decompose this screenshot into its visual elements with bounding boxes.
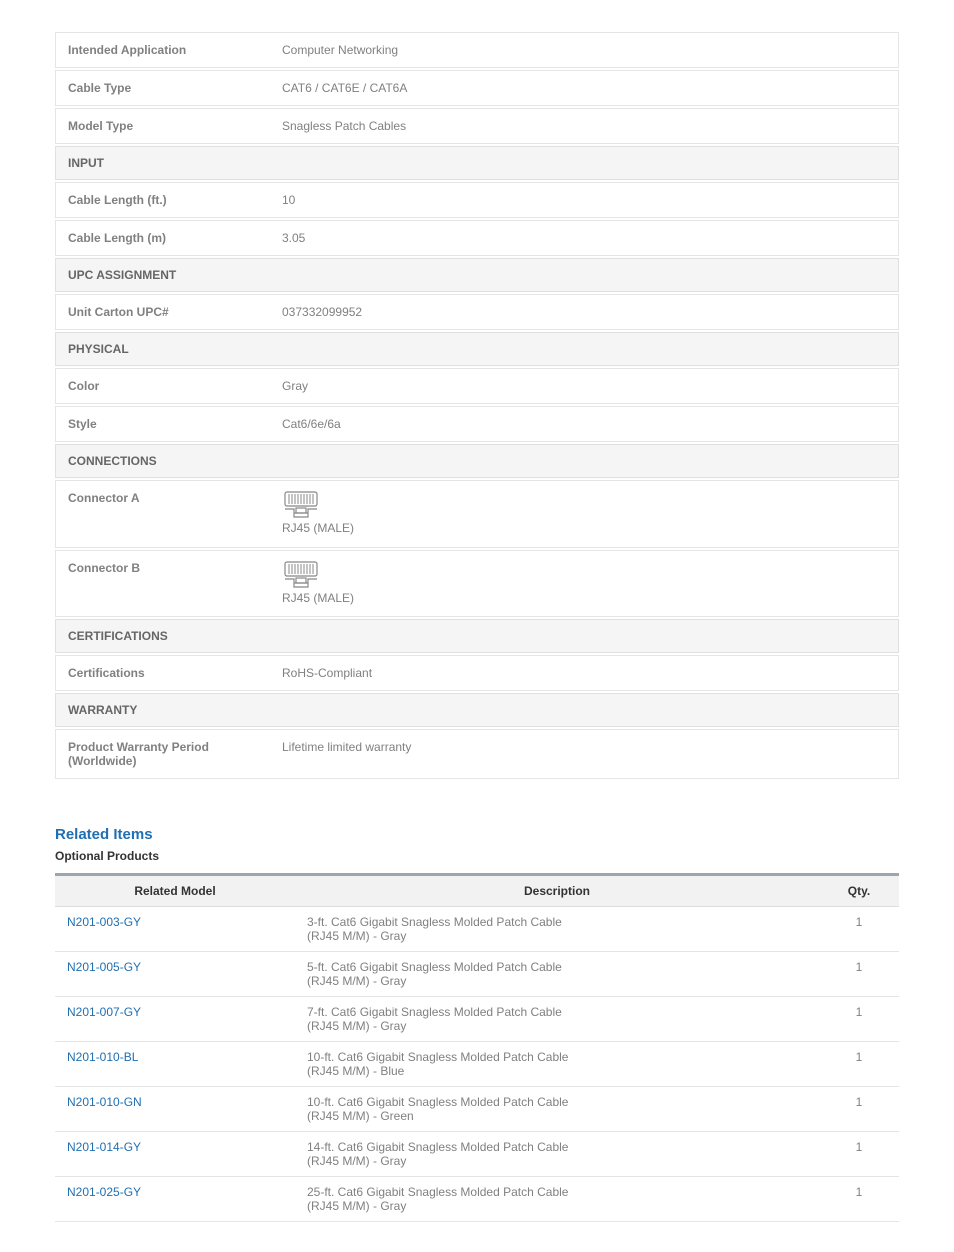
- optional-products-heading: Optional Products: [55, 849, 899, 863]
- related-qty: 1: [819, 1132, 899, 1177]
- spec-label: Cable Length (m): [55, 220, 270, 256]
- spec-label: Model Type: [55, 108, 270, 144]
- spec-label: Color: [55, 368, 270, 404]
- spec-section-header: INPUT: [55, 146, 899, 180]
- related-description-line2: (RJ45 M/M) - Gray: [307, 1019, 807, 1033]
- related-description-line2: (RJ45 M/M) - Gray: [307, 1154, 807, 1168]
- related-product-row: N201-025-GY 25-ft. Cat6 Gigabit Snagless …: [55, 1177, 899, 1222]
- related-description-line2: (RJ45 M/M) - Gray: [307, 1199, 807, 1213]
- related-description-line1: 10-ft. Cat6 Gigabit Snagless Molded Patc…: [307, 1095, 568, 1109]
- related-qty: 1: [819, 952, 899, 997]
- spec-value: Gray: [270, 368, 899, 404]
- related-description-line2: (RJ45 M/M) - Gray: [307, 974, 807, 988]
- related-description: 3-ft. Cat6 Gigabit Snagless Molded Patch…: [295, 907, 819, 952]
- related-description: 10-ft. Cat6 Gigabit Snagless Molded Patc…: [295, 1042, 819, 1087]
- related-description: 7-ft. Cat6 Gigabit Snagless Molded Patch…: [295, 997, 819, 1042]
- spec-table: Intended ApplicationComputer NetworkingC…: [55, 30, 899, 781]
- spec-label: Style: [55, 406, 270, 442]
- related-description: 10-ft. Cat6 Gigabit Snagless Molded Patc…: [295, 1087, 819, 1132]
- spec-label: Cable Length (ft.): [55, 182, 270, 218]
- spec-value: RJ45 (MALE): [270, 480, 899, 548]
- related-model-link[interactable]: N201-010-GN: [67, 1095, 142, 1109]
- related-product-row: N201-003-GY 3-ft. Cat6 Gigabit Snagless M…: [55, 907, 899, 952]
- spec-value: RoHS-Compliant: [270, 655, 899, 691]
- related-product-row: N201-007-GY 7-ft. Cat6 Gigabit Snagless M…: [55, 997, 899, 1042]
- spec-section-header: CERTIFICATIONS: [55, 619, 899, 653]
- related-product-row: N201-005-GY 5-ft. Cat6 Gigabit Snagless M…: [55, 952, 899, 997]
- related-description-line2: (RJ45 M/M) - Blue: [307, 1064, 807, 1078]
- spec-label: Unit Carton UPC#: [55, 294, 270, 330]
- related-qty: 1: [819, 997, 899, 1042]
- related-description-line1: 5-ft. Cat6 Gigabit Snagless Molded Patch…: [307, 960, 562, 974]
- related-model-link[interactable]: N201-010-BL: [67, 1050, 138, 1064]
- related-col-model: Related Model: [55, 875, 295, 907]
- spec-value: Computer Networking: [270, 32, 899, 68]
- related-product-row: N201-010-BL 10-ft. Cat6 Gigabit Snagless …: [55, 1042, 899, 1087]
- related-product-row: N201-014-GY 14-ft. Cat6 Gigabit Snagless …: [55, 1132, 899, 1177]
- rj45-connector-icon: [282, 491, 320, 519]
- related-qty: 1: [819, 1087, 899, 1132]
- related-col-qty: Qty.: [819, 875, 899, 907]
- spec-label: Connector B: [55, 550, 270, 618]
- spec-label: Intended Application: [55, 32, 270, 68]
- related-description-line1: 7-ft. Cat6 Gigabit Snagless Molded Patch…: [307, 1005, 562, 1019]
- related-qty: 1: [819, 1042, 899, 1087]
- spec-value: 037332099952: [270, 294, 899, 330]
- related-col-description: Description: [295, 875, 819, 907]
- related-model-link[interactable]: N201-014-GY: [67, 1140, 141, 1154]
- spec-value: 3.05: [270, 220, 899, 256]
- related-description-line1: 25-ft. Cat6 Gigabit Snagless Molded Patc…: [307, 1185, 568, 1199]
- related-model-link[interactable]: N201-005-GY: [67, 960, 141, 974]
- related-description-line1: 3-ft. Cat6 Gigabit Snagless Molded Patch…: [307, 915, 562, 929]
- spec-value: 10: [270, 182, 899, 218]
- spec-value: CAT6 / CAT6E / CAT6A: [270, 70, 899, 106]
- spec-label: Product Warranty Period (Worldwide): [55, 729, 270, 779]
- related-description: 14-ft. Cat6 Gigabit Snagless Molded Patc…: [295, 1132, 819, 1177]
- related-model-link[interactable]: N201-003-GY: [67, 915, 141, 929]
- spec-value: Cat6/6e/6a: [270, 406, 899, 442]
- spec-value: Lifetime limited warranty: [270, 729, 899, 779]
- rj45-connector-icon: [282, 561, 320, 589]
- spec-section-header: WARRANTY: [55, 693, 899, 727]
- related-products-table: Related Model Description Qty. N201-003-…: [55, 873, 899, 1222]
- spec-label: Certifications: [55, 655, 270, 691]
- spec-value: RJ45 (MALE): [270, 550, 899, 618]
- related-model-link[interactable]: N201-007-GY: [67, 1005, 141, 1019]
- spec-label: Connector A: [55, 480, 270, 548]
- related-description-line2: (RJ45 M/M) - Gray: [307, 929, 807, 943]
- related-items-heading: Related Items: [55, 826, 899, 843]
- spec-section-header: PHYSICAL: [55, 332, 899, 366]
- related-qty: 1: [819, 907, 899, 952]
- spec-section-header: UPC ASSIGNMENT: [55, 258, 899, 292]
- connector-type-label: RJ45 (MALE): [282, 591, 354, 605]
- related-description-line2: (RJ45 M/M) - Green: [307, 1109, 807, 1123]
- spec-section-header: CONNECTIONS: [55, 444, 899, 478]
- related-description: 25-ft. Cat6 Gigabit Snagless Molded Patc…: [295, 1177, 819, 1222]
- connector-type-label: RJ45 (MALE): [282, 521, 354, 535]
- spec-label: Cable Type: [55, 70, 270, 106]
- related-qty: 1: [819, 1177, 899, 1222]
- related-product-row: N201-010-GN 10-ft. Cat6 Gigabit Snagless …: [55, 1087, 899, 1132]
- related-description-line1: 14-ft. Cat6 Gigabit Snagless Molded Patc…: [307, 1140, 568, 1154]
- related-description-line1: 10-ft. Cat6 Gigabit Snagless Molded Patc…: [307, 1050, 568, 1064]
- related-model-link[interactable]: N201-025-GY: [67, 1185, 141, 1199]
- spec-value: Snagless Patch Cables: [270, 108, 899, 144]
- related-description: 5-ft. Cat6 Gigabit Snagless Molded Patch…: [295, 952, 819, 997]
